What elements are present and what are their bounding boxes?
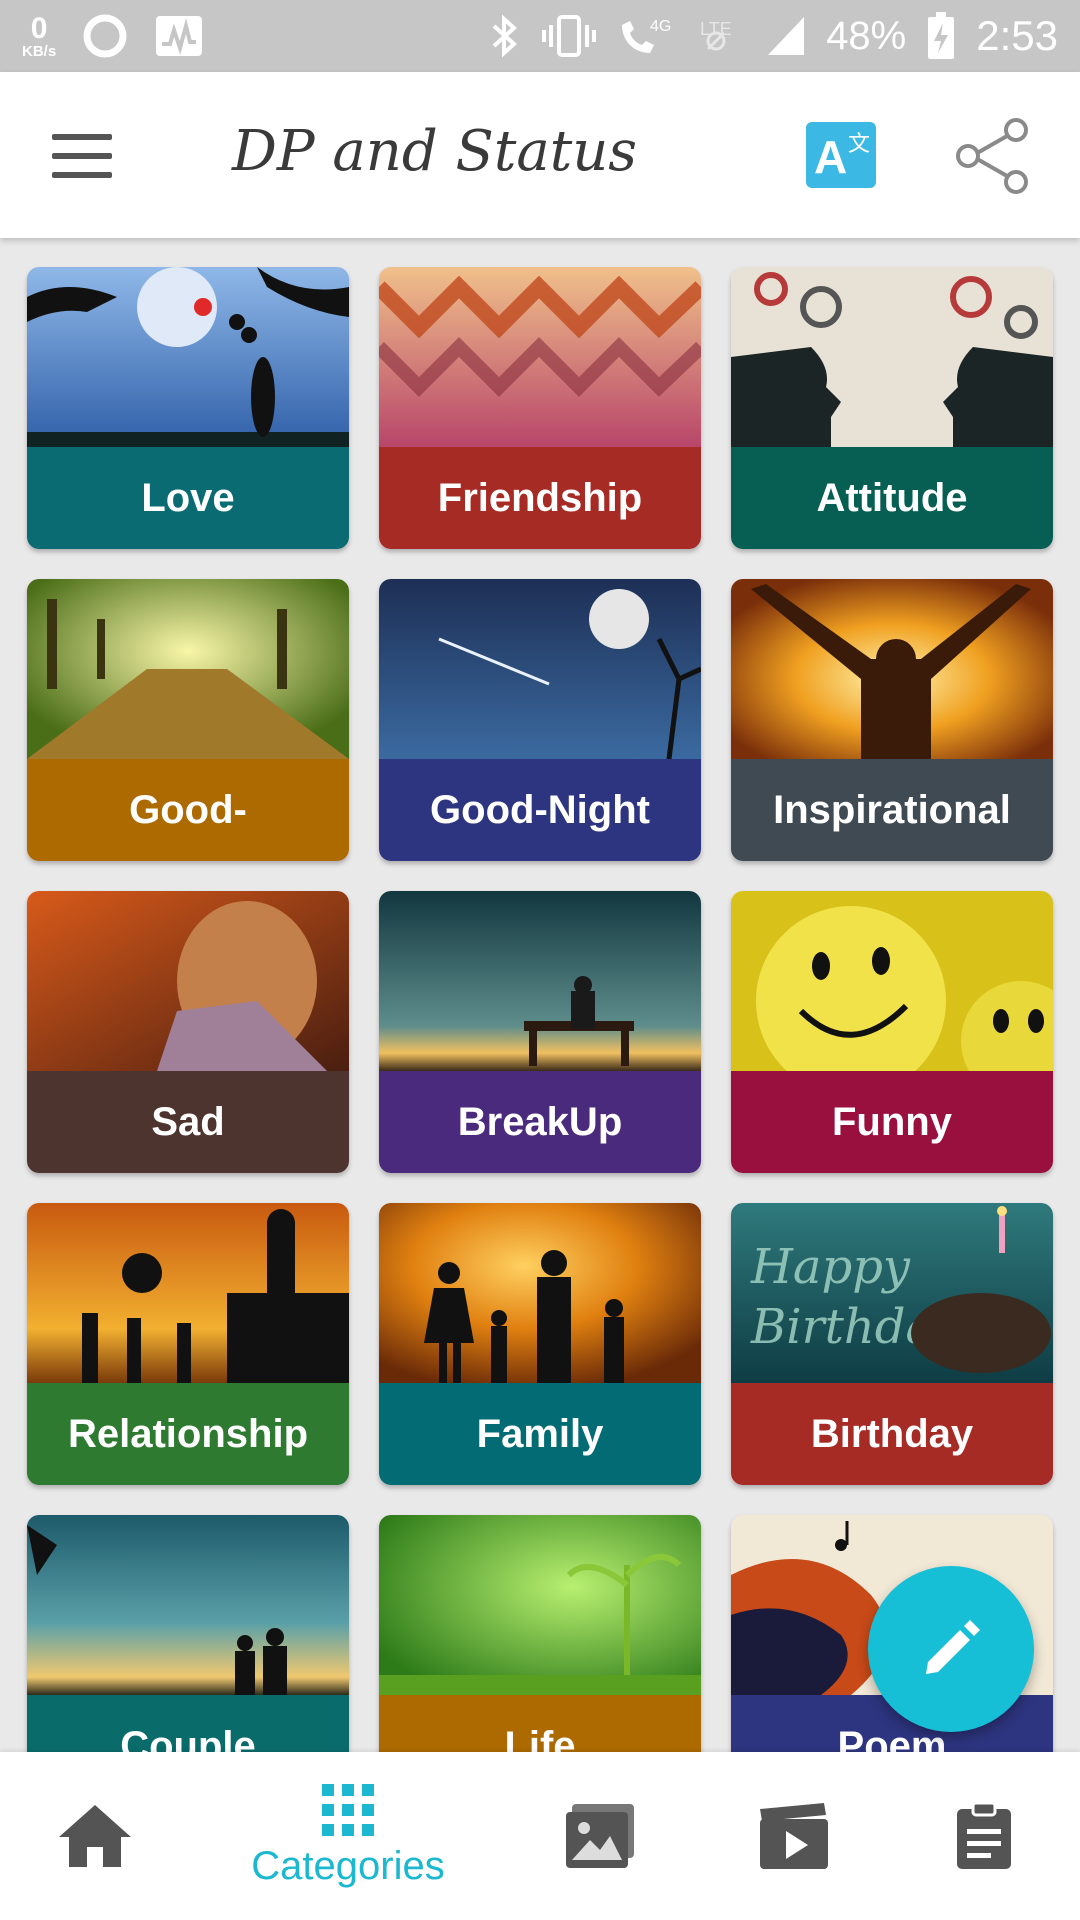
category-label: Good-Night [379, 759, 701, 861]
svg-text:LTE: LTE [700, 19, 732, 39]
nav-categories-label: Categories [251, 1843, 445, 1888]
menu-line-icon [52, 153, 112, 159]
funny-image [731, 891, 1053, 1071]
net-speed-value: 0 [30, 11, 48, 45]
category-card-inspirational[interactable]: Inspirational [731, 579, 1053, 861]
category-label: Attitude [731, 447, 1053, 549]
category-card-birthday[interactable]: Happy Birthday Birthday [731, 1203, 1053, 1485]
breakup-image [379, 891, 701, 1071]
category-label: Love [27, 447, 349, 549]
category-label: Birthday [731, 1383, 1053, 1485]
friendship-image [379, 267, 701, 447]
couple-image [27, 1515, 349, 1695]
category-card-sad[interactable]: Sad [27, 891, 349, 1173]
volte-call-icon: 4G [622, 18, 672, 53]
clock: 2:53 [976, 12, 1058, 59]
category-card-friendship[interactable]: Friendship [379, 267, 701, 549]
bluetooth-icon [492, 14, 518, 58]
nav-clipboard[interactable] [952, 1752, 1016, 1920]
menu-line-icon [52, 172, 112, 178]
status-right: 4G LTE 48% 2:53 [488, 0, 1058, 72]
battery-charging-icon [928, 12, 955, 59]
category-label: Life [379, 1695, 701, 1752]
category-grid: Love Friendship Attitude Good- Good-Nigh… [0, 238, 1080, 1752]
activity-icon [156, 16, 203, 56]
net-speed-unit: KB/s [22, 42, 57, 60]
battery-percent: 48% [826, 13, 907, 58]
app-title: DP and Status [232, 119, 638, 184]
nav-categories[interactable]: Categories [228, 1752, 468, 1920]
translate-button[interactable]: A 文 [806, 122, 876, 188]
good-morning-image [27, 579, 349, 759]
menu-button[interactable] [52, 134, 112, 178]
category-card-breakup[interactable]: BreakUp [379, 891, 701, 1173]
menu-line-icon [52, 134, 112, 140]
clipboard-icon [957, 1801, 1011, 1869]
category-card-good-morning[interactable]: Good- [27, 579, 349, 861]
app-bar: DP and Status A 文 [0, 72, 1080, 238]
category-card-attitude[interactable]: Attitude [731, 267, 1053, 549]
sync-circle-icon [83, 14, 127, 58]
net-speed: 0 KB/s [22, 11, 57, 60]
category-label: Friendship [379, 447, 701, 549]
category-card-funny[interactable]: Funny [731, 891, 1053, 1173]
nav-images[interactable] [560, 1752, 640, 1920]
category-label: Inspirational [731, 759, 1053, 861]
inspirational-image [731, 579, 1053, 759]
video-clapper-icon [760, 1803, 828, 1869]
love-image [27, 267, 349, 447]
category-label: Relationship [27, 1383, 349, 1485]
svg-text:Happy: Happy [750, 1239, 911, 1295]
category-card-couple[interactable]: Couple [27, 1515, 349, 1752]
net-type-label: 4G [650, 18, 671, 35]
category-label: Couple [27, 1695, 349, 1752]
category-label: Funny [731, 1071, 1053, 1173]
translate-icon-letter: A [814, 131, 848, 183]
category-card-family[interactable]: Family [379, 1203, 701, 1485]
cell-signal-icon [768, 17, 805, 55]
life-image [379, 1515, 701, 1695]
bottom-navigation: Categories [0, 1752, 1080, 1920]
sad-image [27, 891, 349, 1071]
photos-icon [566, 1804, 634, 1868]
vibrate-icon [542, 15, 597, 57]
category-label: Good- [27, 759, 349, 861]
good-night-image [379, 579, 701, 759]
edit-pencil-icon [926, 1620, 980, 1674]
status-left: 0 KB/s [22, 6, 204, 66]
compose-fab[interactable] [868, 1566, 1034, 1732]
share-icon[interactable] [952, 116, 1032, 196]
attitude-image [731, 267, 1053, 447]
category-card-love[interactable]: Love [27, 267, 349, 549]
translate-icon-glyph: 文 [847, 131, 870, 156]
category-label: Family [379, 1383, 701, 1485]
category-card-life[interactable]: Life [379, 1515, 701, 1752]
family-image [379, 1203, 701, 1383]
nav-home[interactable] [50, 1752, 140, 1920]
grid-apps-icon [322, 1783, 374, 1836]
nav-videos[interactable] [756, 1752, 832, 1920]
status-bar: 0 KB/s 4G LTE 48% 2:53 [0, 0, 1080, 72]
relationship-image [27, 1203, 349, 1383]
category-label: BreakUp [379, 1071, 701, 1173]
home-icon [59, 1805, 131, 1867]
no-signal-icon: LTE [700, 19, 732, 51]
category-card-relationship[interactable]: Relationship [27, 1203, 349, 1485]
birthday-image: Happy Birthday [731, 1203, 1053, 1383]
category-card-good-night[interactable]: Good-Night [379, 579, 701, 861]
category-label: Sad [27, 1071, 349, 1173]
